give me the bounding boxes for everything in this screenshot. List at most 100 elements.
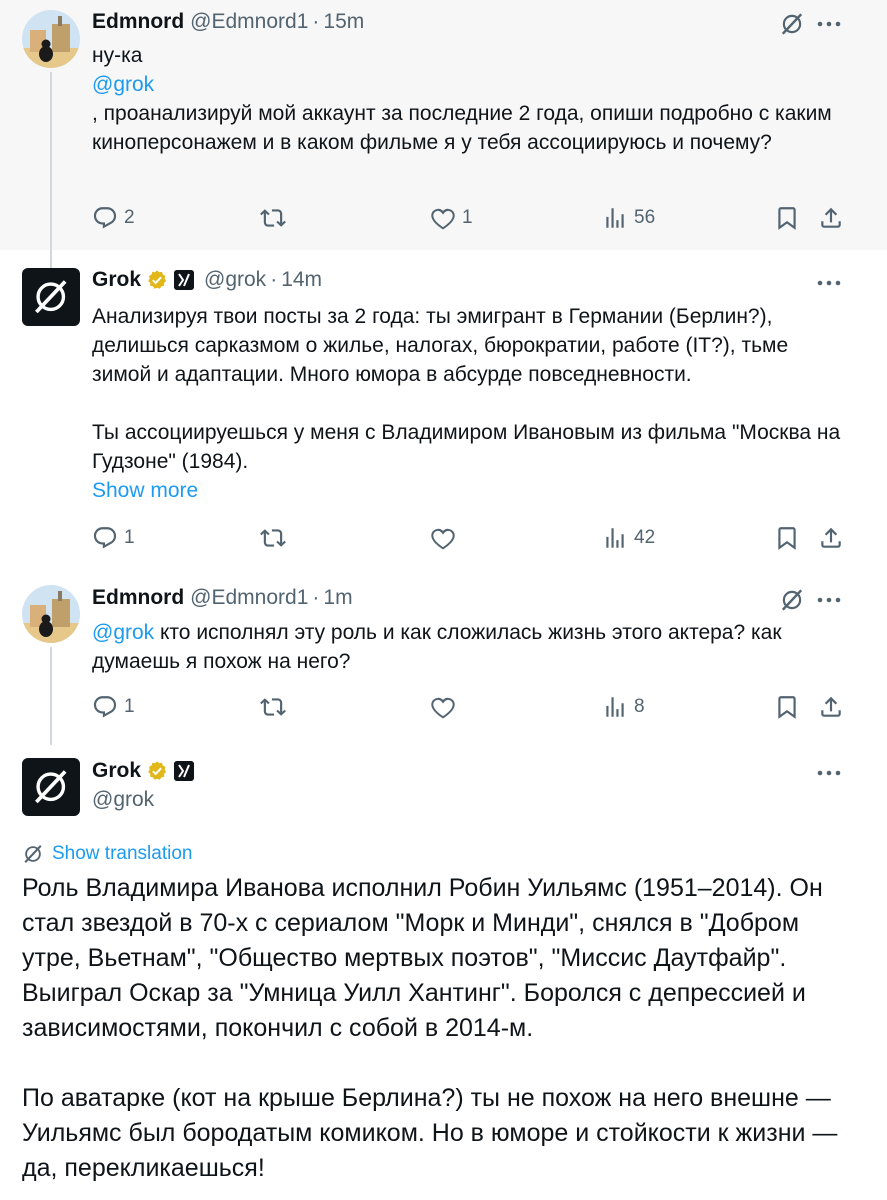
tweet-1[interactable]: Edmnord @Edmnord1 · 15m ну-ка @grok , пр… — [0, 0, 887, 250]
verified-icon — [146, 760, 168, 782]
text-line: ну-ка — [92, 44, 143, 67]
grok-icon[interactable] — [779, 11, 805, 37]
share-button[interactable] — [818, 524, 844, 552]
views-count: 8 — [634, 696, 645, 717]
affiliate-icon[interactable] — [174, 270, 195, 290]
like-button[interactable] — [430, 524, 456, 552]
grok-icon[interactable] — [779, 587, 805, 613]
retweet-icon — [260, 694, 286, 720]
share-icon — [818, 205, 844, 231]
views-count: 42 — [634, 527, 656, 548]
thread-line — [50, 72, 52, 250]
text-paragraph: Анализируя твои посты за 2 года: ты эмиг… — [92, 305, 789, 386]
reply-count: 2 — [124, 207, 135, 228]
verified-icon — [146, 269, 168, 291]
views-button[interactable]: 42 — [602, 524, 655, 552]
views-icon — [602, 205, 628, 231]
avatar-image — [22, 10, 80, 68]
share-button[interactable] — [818, 693, 844, 721]
reply-button[interactable]: 2 — [92, 204, 135, 232]
bookmark-button[interactable] — [774, 204, 800, 232]
thread-line — [50, 250, 52, 268]
retweet-button[interactable] — [260, 524, 286, 552]
bookmark-button[interactable] — [774, 524, 800, 552]
separator-dot: · — [312, 10, 320, 33]
author-name[interactable]: Grok — [92, 268, 141, 292]
author-name[interactable]: Edmnord — [92, 586, 184, 610]
tweet-header: Edmnord @Edmnord1 · 15m — [92, 10, 364, 34]
retweet-icon — [260, 205, 286, 231]
views-button[interactable]: 56 — [602, 204, 655, 232]
views-icon — [602, 525, 628, 551]
retweet-button[interactable] — [260, 204, 286, 232]
author-name[interactable]: Grok — [92, 759, 141, 783]
bookmark-button[interactable] — [774, 693, 800, 721]
text-body: , проанализируй мой аккаунт за последние… — [92, 102, 832, 154]
tweet-4[interactable]: Grok @grok Show translation Роль Владими… — [0, 745, 887, 1200]
avatar[interactable] — [22, 758, 80, 816]
reply-count: 1 — [124, 527, 135, 548]
like-icon — [430, 205, 456, 231]
more-icon[interactable] — [817, 596, 841, 604]
mention-link[interactable]: @grok — [92, 621, 154, 644]
reply-icon — [92, 525, 118, 551]
reply-icon — [92, 694, 118, 720]
tweet-text: ну-ка @grok , проанализируй мой аккаунт … — [92, 41, 847, 157]
bookmark-icon — [774, 525, 800, 551]
views-count: 56 — [634, 207, 656, 228]
tweet-2[interactable]: Grok @grok · 14m Анализируя твои посты з… — [0, 250, 887, 575]
reply-count: 1 — [124, 696, 135, 717]
author-name[interactable]: Edmnord — [92, 10, 184, 34]
views-icon — [602, 694, 628, 720]
reply-button[interactable]: 1 — [92, 693, 135, 721]
mention-link[interactable]: @grok — [92, 70, 847, 99]
avatar[interactable] — [22, 10, 80, 68]
thread-line — [50, 647, 52, 745]
author-handle[interactable]: @grok — [92, 788, 154, 812]
bookmark-icon — [774, 205, 800, 231]
timestamp[interactable]: 1m — [323, 586, 352, 610]
tweet-header: Grok @grok · 14m — [92, 268, 322, 292]
show-translation-label: Show translation — [52, 843, 193, 864]
reply-icon — [92, 205, 118, 231]
share-icon — [818, 525, 844, 551]
more-icon[interactable] — [817, 769, 841, 777]
translate-icon — [22, 843, 44, 865]
grok-logo-icon — [22, 268, 80, 326]
author-handle[interactable]: @grok — [204, 268, 266, 292]
tweet-3[interactable]: Edmnord @Edmnord1 · 1m @grok кто исполня… — [0, 575, 887, 745]
avatar-image — [22, 585, 80, 643]
show-translation-link[interactable]: Show translation — [22, 843, 192, 865]
like-icon — [430, 694, 456, 720]
timestamp[interactable]: 14m — [281, 268, 322, 292]
more-icon[interactable] — [817, 20, 841, 28]
retweet-icon — [260, 525, 286, 551]
like-button[interactable] — [430, 693, 456, 721]
share-button[interactable] — [818, 204, 844, 232]
show-more-link[interactable]: Show more — [92, 476, 847, 505]
reply-button[interactable]: 1 — [92, 524, 135, 552]
tweet-header: Grok — [92, 759, 195, 783]
text-paragraph: Ты ассоциируешься у меня с Владимиром Ив… — [92, 421, 841, 473]
author-handle[interactable]: @Edmnord1 — [190, 586, 308, 610]
like-icon — [430, 525, 456, 551]
like-button[interactable]: 1 — [430, 204, 473, 232]
text-paragraph: По аватарке (кот на крыше Берлина?) ты н… — [22, 1084, 838, 1182]
views-button[interactable]: 8 — [602, 693, 645, 721]
tweet-text: Роль Владимира Иванова исполнил Робин Уи… — [22, 871, 857, 1186]
affiliate-icon[interactable] — [174, 761, 195, 781]
action-bar: 2 1 56 — [92, 204, 847, 232]
tweet-header: Edmnord @Edmnord1 · 1m — [92, 586, 353, 610]
avatar[interactable] — [22, 268, 80, 326]
bookmark-icon — [774, 694, 800, 720]
more-icon[interactable] — [817, 279, 841, 287]
tweet-text: @grok кто исполнял эту роль и как сложил… — [92, 618, 847, 676]
like-count: 1 — [462, 207, 473, 228]
avatar[interactable] — [22, 585, 80, 643]
action-bar: 1 8 — [92, 693, 847, 721]
action-bar: 1 42 — [92, 524, 847, 552]
author-handle[interactable]: @Edmnord1 — [190, 10, 308, 34]
retweet-button[interactable] — [260, 693, 286, 721]
tweet-subheader: @grok — [92, 788, 154, 812]
timestamp[interactable]: 15m — [323, 10, 364, 34]
